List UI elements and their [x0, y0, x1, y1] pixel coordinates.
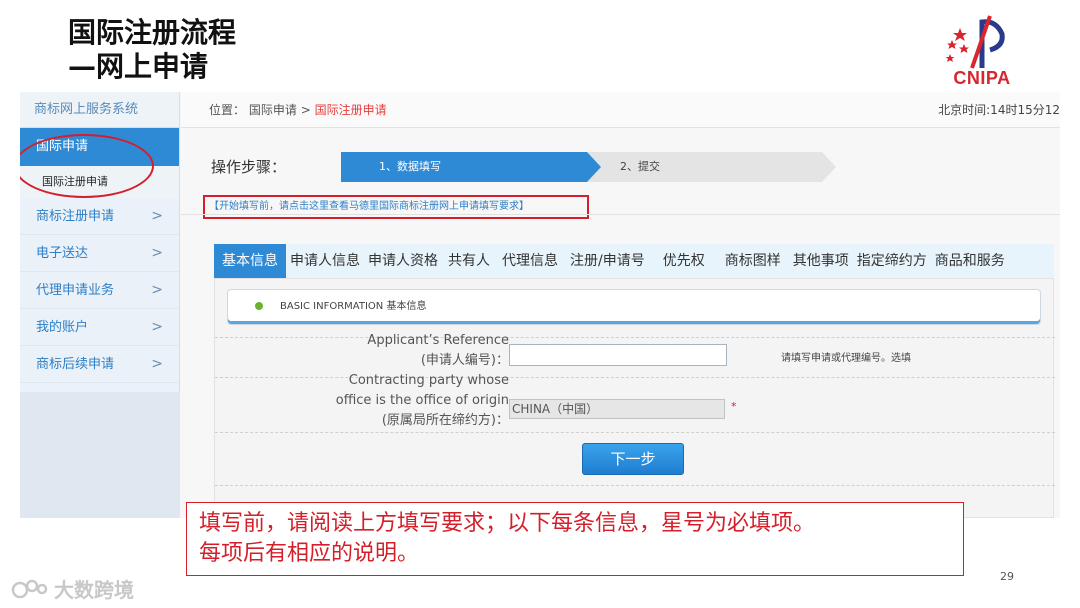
tab-agent-info[interactable]: 代理信息	[496, 244, 564, 278]
form-tabs: 基本信息 申请人信息 申请人资格 共有人 代理信息 注册/申请号 优先权 商标图…	[214, 244, 1054, 278]
section-header: BASIC INFORMATION 基本信息	[227, 289, 1041, 325]
tab-goods-services[interactable]: 商品和服务	[931, 244, 1009, 278]
sidebar-item-label: 代理申请业务	[36, 283, 115, 298]
cnipa-logo-icon	[945, 15, 1005, 69]
watermark-text: 大数跨境	[54, 578, 134, 602]
contracting-party-label-cn: (原属局所在缔约方)：	[381, 413, 509, 428]
sidebar-item-agent-business[interactable]: 代理申请业务 >	[20, 272, 179, 309]
sidebar-item-trademark-registration[interactable]: 商标注册申请 >	[20, 198, 179, 235]
sidebar-item-label: 电子送达	[36, 246, 89, 261]
annotation-line1: 填写前，请阅读上方填写要求；以下每条信息，星号为必填项。	[199, 511, 816, 536]
slide-title: 国际注册流程 —网上申请	[68, 16, 236, 84]
page-number: 29	[1000, 570, 1014, 583]
sidebar-item-my-account[interactable]: 我的账户 >	[20, 309, 179, 346]
annotation-line2: 每项后有相应的说明。	[199, 541, 420, 566]
sidebar-item-label: 商标注册申请	[36, 209, 115, 224]
highlight-circle	[20, 134, 154, 198]
contracting-party-label: Contracting party whose office is the of…	[255, 371, 509, 431]
chevron-right-icon: >	[151, 319, 163, 335]
bubble-logo-icon	[11, 579, 48, 598]
chevron-right-icon: >	[151, 208, 163, 224]
tab-trademark-image[interactable]: 商标图样	[717, 244, 789, 278]
tab-co-owner[interactable]: 共有人	[442, 244, 496, 278]
cnipa-logo: CNIPA	[938, 12, 1026, 92]
reference-label-en: Applicant’s Reference	[367, 333, 509, 348]
chevron-right-icon: >	[151, 282, 163, 298]
breadcrumb-current: 国际注册申请	[314, 103, 387, 117]
tab-designated-parties[interactable]: 指定缔约方	[853, 244, 931, 278]
annotation-box: 填写前，请阅读上方填写要求；以下每条信息，星号为必填项。 每项后有相应的说明。	[186, 502, 964, 576]
reference-hint: 请填写申请或代理编号。选填	[781, 353, 911, 364]
next-step-button[interactable]: 下一步	[582, 443, 684, 475]
web-ui-screenshot: 商标网上服务系统 国际申请 国际注册申请 商标注册申请 > 电子送达 > 代理申…	[20, 92, 1060, 518]
step-submit-label: 2、提交	[620, 160, 660, 173]
tab-other-matters[interactable]: 其他事项	[789, 244, 853, 278]
top-bar: 位置： 国际申请 > 国际注册申请 北京时间:14时15分12	[181, 92, 1060, 128]
reference-label: Applicant’s Reference (申请人编号)：	[255, 331, 509, 371]
breadcrumb: 位置： 国际申请 > 国际注册申请	[209, 92, 387, 128]
row-divider	[215, 432, 1055, 433]
sidebar: 商标网上服务系统 国际申请 国际注册申请 商标注册申请 > 电子送达 > 代理申…	[20, 92, 180, 518]
tab-applicant-qualification[interactable]: 申请人资格	[364, 244, 442, 278]
breadcrumb-separator: >	[300, 103, 311, 117]
breadcrumb-prefix: 位置：	[209, 103, 246, 117]
contracting-party-label-en1: Contracting party whose	[348, 373, 509, 388]
section-title: BASIC INFORMATION 基本信息	[280, 301, 427, 312]
tab-priority[interactable]: 优先权	[651, 244, 717, 278]
step-data-entry: 1、数据填写	[341, 152, 601, 182]
watermark: 大数跨境	[10, 574, 134, 603]
contracting-party-label-en2: office is the office of origin	[335, 393, 509, 408]
sidebar-item-follow-up-application[interactable]: 商标后续申请 >	[20, 346, 179, 383]
step-data-entry-label: 1、数据填写	[379, 160, 441, 173]
tab-applicant-info[interactable]: 申请人信息	[286, 244, 364, 278]
chevron-right-icon: >	[151, 356, 163, 372]
tab-registration-number[interactable]: 注册/申请号	[564, 244, 651, 278]
cnipa-logo-text: CNIPA	[953, 68, 1011, 88]
chevron-right-icon: >	[151, 245, 163, 261]
breadcrumb-parent[interactable]: 国际申请	[249, 103, 297, 117]
required-asterisk: *	[731, 400, 737, 413]
slide-title-line1: 国际注册流程	[68, 16, 237, 49]
steps-label: 操作步骤：	[211, 158, 287, 176]
reference-label-cn: (申请人编号)：	[420, 353, 509, 368]
divider	[181, 214, 1060, 215]
sidebar-item-label: 商标后续申请	[36, 357, 115, 372]
main-panel: 位置： 国际申请 > 国际注册申请 北京时间:14时15分12 操作步骤： 2、…	[181, 92, 1060, 518]
sidebar-header: 商标网上服务系统	[20, 92, 179, 128]
sidebar-item-electronic-delivery[interactable]: 电子送达 >	[20, 235, 179, 272]
row-divider	[215, 485, 1055, 486]
slide-title-line2: —网上申请	[68, 50, 209, 83]
step-submit: 2、提交	[586, 152, 836, 182]
tab-basic-info[interactable]: 基本信息	[214, 244, 286, 278]
beijing-clock: 北京时间:14时15分12	[938, 103, 1060, 117]
sidebar-item-label: 我的账户	[36, 320, 89, 335]
basic-info-form: BASIC INFORMATION 基本信息 Applicant’s Refer…	[214, 278, 1055, 518]
fill-requirements-link[interactable]: 【开始填写前，请点击这里查看马德里国际商标注册网上申请填写要求】	[203, 195, 589, 219]
green-dot-icon	[255, 302, 263, 310]
applicant-reference-input[interactable]	[509, 344, 727, 366]
sidebar-filler	[20, 392, 180, 518]
contracting-party-field: CHINA（中国）	[509, 399, 725, 419]
